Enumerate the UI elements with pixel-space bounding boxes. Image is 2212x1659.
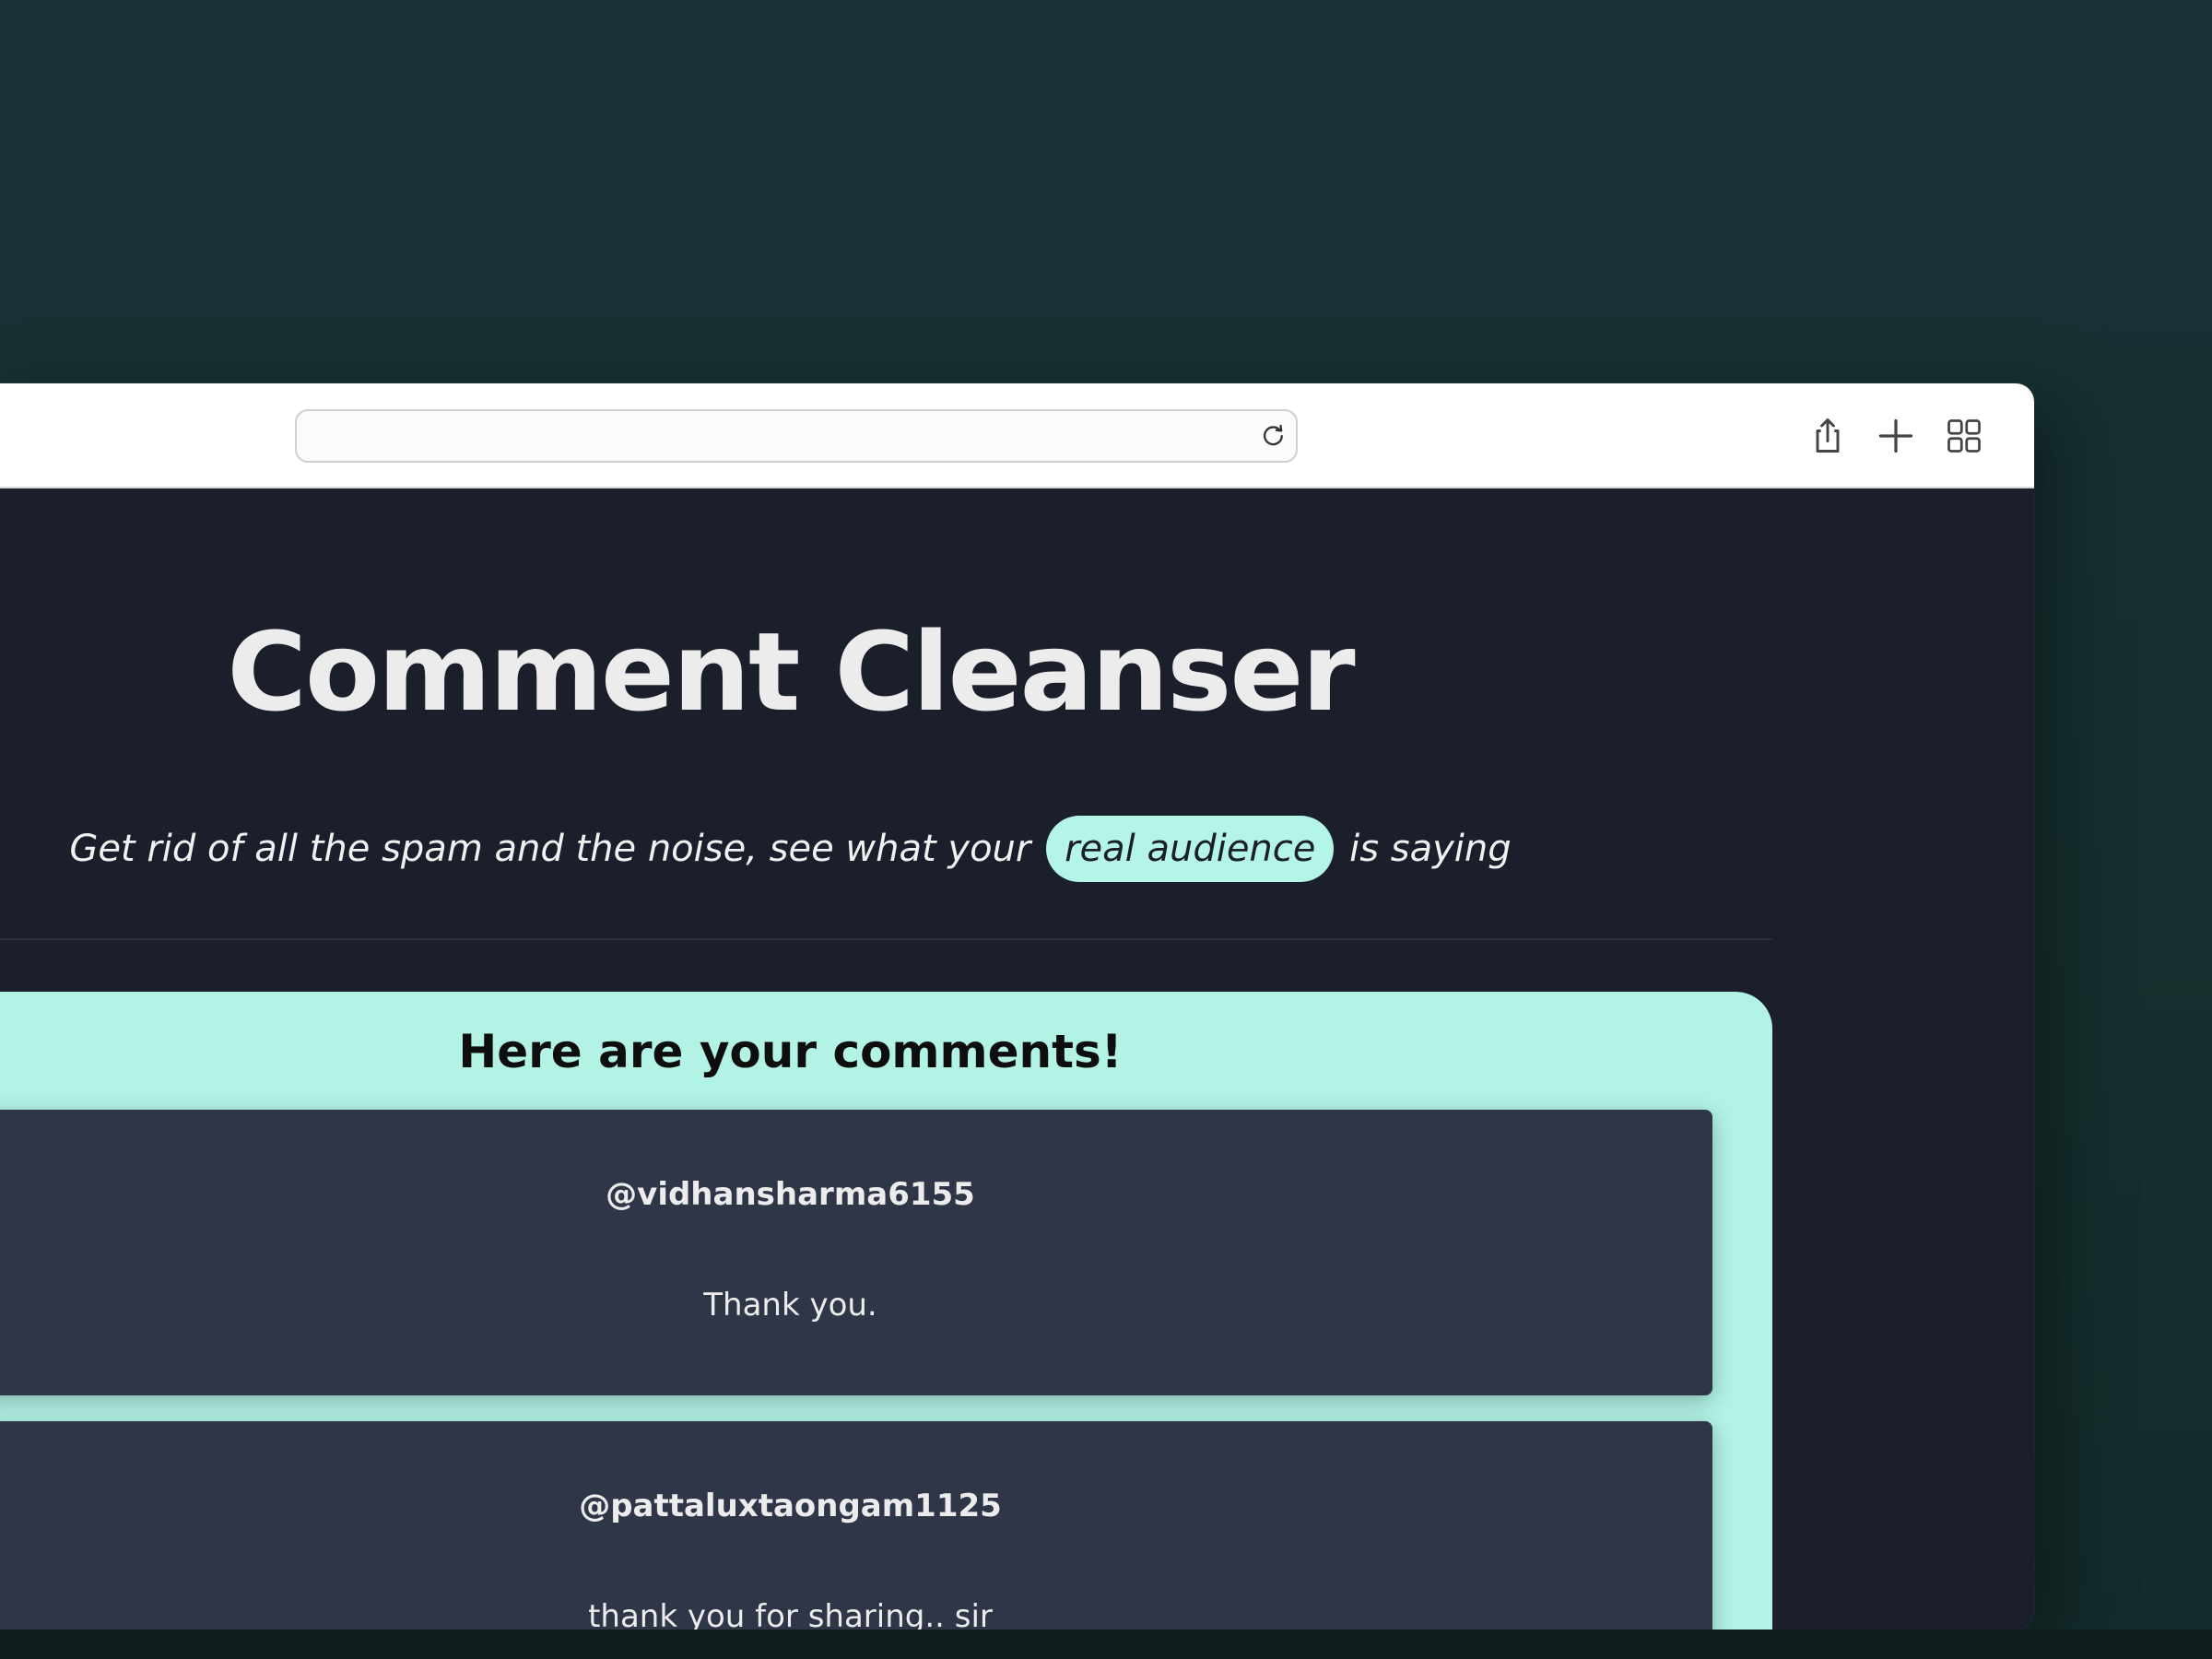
divider — [0, 938, 1772, 940]
tab-grid-icon[interactable] — [1944, 416, 1984, 456]
subtitle-text-end: is saying — [1349, 828, 1512, 870]
comment-card: @vidhansharma6155 Thank you. — [0, 1110, 1712, 1395]
comment-text: thank you for sharing.. sir — [588, 1598, 993, 1630]
plus-icon[interactable] — [1876, 416, 1916, 456]
comment-text: Thank you. — [703, 1287, 877, 1324]
browser-window: Comment Cleanser Get rid of all the spam… — [0, 383, 2034, 1630]
subtitle-text: Get rid of all the spam and the noise, s… — [69, 828, 1031, 870]
page-content: Comment Cleanser Get rid of all the spam… — [0, 488, 2034, 1630]
browser-toolbar — [0, 383, 2034, 488]
comment-card: @pattaluxtaongam1125 thank you for shari… — [0, 1421, 1712, 1630]
share-icon[interactable] — [1807, 416, 1848, 456]
comment-author: @pattaluxtaongam1125 — [579, 1488, 1002, 1524]
reload-icon[interactable] — [1261, 422, 1287, 448]
page-title: Comment Cleanser — [227, 608, 1355, 735]
desktop-bottom-band — [0, 1630, 2212, 1659]
subtitle-highlight: real audience — [1046, 816, 1335, 882]
comment-author: @vidhansharma6155 — [606, 1176, 975, 1213]
address-bar[interactable] — [295, 409, 1298, 463]
comments-heading: Here are your comments! — [458, 1025, 1123, 1078]
page-subtitle: Get rid of all the spam and the noise, s… — [0, 816, 1581, 882]
comments-panel: Here are your comments! @vidhansharma615… — [0, 992, 1772, 1630]
